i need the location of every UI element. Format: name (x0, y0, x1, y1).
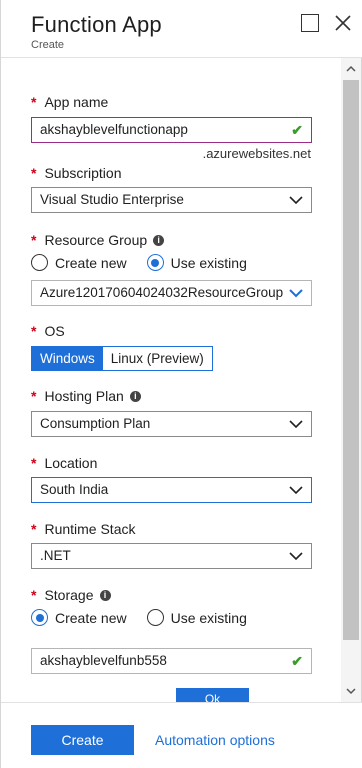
radio-dot-selected (31, 609, 48, 626)
resource-group-select[interactable]: Azure120170604024032ResourceGroup (31, 280, 312, 306)
required-asterisk: * (31, 165, 37, 181)
app-name-label: * App name (31, 94, 108, 110)
vertical-scrollbar[interactable] (341, 58, 361, 702)
radio-label: Use existing (170, 254, 247, 271)
chevron-down-icon (289, 551, 303, 561)
radio-dot (31, 254, 48, 271)
blade-header: Function App Create (1, 0, 362, 58)
automation-options-link[interactable]: Automation options (155, 732, 275, 748)
resource-group-value: Azure120170604024032ResourceGroup (40, 285, 284, 300)
app-name-label-text: App name (44, 94, 109, 110)
radio-label: Create new (55, 609, 127, 626)
chevron-down-icon (289, 195, 303, 205)
subscription-value: Visual Studio Enterprise (40, 192, 184, 207)
required-asterisk: * (31, 232, 37, 248)
chevron-up-icon[interactable] (344, 62, 358, 76)
chevron-down-icon (289, 419, 303, 429)
chevron-down-icon[interactable] (344, 684, 358, 698)
storage-label-text: Storage (44, 587, 94, 603)
form-content: * App name akshayblevelfunctionapp ✔ .az… (1, 58, 341, 702)
runtime-stack-label-text: Runtime Stack (44, 521, 136, 537)
blade-footer: Create Automation options (1, 702, 362, 768)
resource-group-use-existing-radio[interactable]: Use existing (146, 254, 247, 271)
required-asterisk: * (31, 388, 37, 404)
storage-create-new-radio[interactable]: Create new (31, 609, 127, 626)
resource-group-label: * Resource Group i (31, 232, 165, 248)
radio-dot-selected (146, 254, 164, 271)
required-asterisk: * (31, 521, 37, 537)
hosting-plan-select[interactable]: Consumption Plan (31, 411, 312, 437)
os-option-linux[interactable]: Linux (Preview) (102, 347, 212, 370)
storage-use-existing-radio[interactable]: Use existing (146, 609, 247, 626)
required-asterisk: * (31, 323, 37, 339)
runtime-stack-value: .NET (40, 548, 71, 563)
location-label-text: Location (44, 455, 98, 471)
resource-group-create-new-radio[interactable]: Create new (31, 254, 127, 271)
os-label-text: OS (44, 323, 65, 339)
required-asterisk: * (31, 94, 37, 110)
subscription-label-text: Subscription (44, 165, 122, 181)
info-icon[interactable]: i (129, 390, 141, 402)
storage-name-input[interactable]: akshayblevelfunb558 ✔ (31, 648, 312, 674)
resource-group-label-text: Resource Group (44, 232, 148, 248)
hosting-plan-value: Consumption Plan (40, 416, 151, 431)
chevron-down-icon (289, 288, 303, 298)
blade-title: Function App (31, 12, 162, 37)
os-option-windows[interactable]: Windows (32, 347, 103, 370)
storage-name-value: akshayblevelfunb558 (40, 653, 167, 668)
required-asterisk: * (31, 587, 37, 603)
app-name-suffix: .azurewebsites.net (202, 146, 311, 161)
subscription-select[interactable]: Visual Studio Enterprise (31, 187, 312, 213)
radio-label: Create new (55, 254, 127, 271)
runtime-stack-label: * Runtime Stack (31, 521, 136, 537)
scrollbar-thumb[interactable] (343, 80, 359, 640)
runtime-stack-select[interactable]: .NET (31, 543, 312, 569)
resource-group-radio-group: Create new Use existing (31, 254, 247, 271)
location-select[interactable]: South India (31, 477, 312, 503)
info-icon[interactable]: i (153, 234, 165, 246)
radio-label: Use existing (170, 609, 247, 626)
info-icon[interactable]: i (99, 589, 111, 601)
radio-dot (146, 609, 164, 626)
valid-check-icon: ✔ (291, 122, 303, 138)
create-button[interactable]: Create (31, 725, 134, 755)
app-name-input[interactable]: akshayblevelfunctionapp ✔ (31, 117, 312, 143)
chevron-down-icon (289, 485, 303, 495)
close-icon[interactable] (334, 14, 352, 32)
os-toggle: Windows Linux (Preview) (31, 346, 213, 371)
hosting-plan-label: * Hosting Plan i (31, 388, 141, 404)
valid-check-icon: ✔ (291, 653, 303, 669)
app-name-value: akshayblevelfunctionapp (40, 122, 188, 137)
subscription-label: * Subscription (31, 165, 122, 181)
blade-subtitle: Create (31, 39, 65, 51)
hosting-plan-label-text: Hosting Plan (44, 388, 124, 404)
function-app-blade: Function App Create * App name akshayble… (0, 0, 362, 768)
storage-radio-group: Create new Use existing (31, 609, 247, 626)
location-label: * Location (31, 455, 97, 471)
location-value: South India (40, 482, 109, 497)
required-asterisk: * (31, 455, 37, 471)
ok-button[interactable]: Ok (176, 688, 249, 702)
os-label: * OS (31, 323, 65, 339)
storage-label: * Storage i (31, 587, 111, 603)
maximize-icon[interactable] (301, 14, 319, 32)
